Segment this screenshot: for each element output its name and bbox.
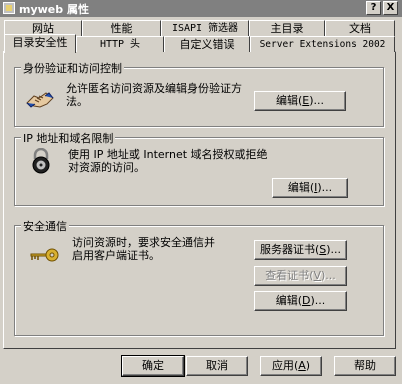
ip-group: IP 地址和域名限制 使用 IP 地址或 Internet 域名授权或拒绝对资源… <box>14 130 384 206</box>
secure-group: 安全通信 访问资源时，要求安全通信并启用客户端证书。 服务器证书(S)... 查… <box>14 218 384 336</box>
auth-description: 允许匿名访问资源及编辑身份验证方法。 <box>66 82 242 108</box>
help-title-button[interactable]: ? <box>366 1 381 15</box>
tab-home-directory[interactable]: 主目录 <box>249 20 325 36</box>
auth-group-title: 身份验证和访问控制 <box>21 60 124 76</box>
window-icon <box>3 2 15 14</box>
ip-description: 使用 IP 地址或 Internet 域名授权或拒绝对资源的访问。 <box>68 148 268 174</box>
tab-row-front: 目录安全性 HTTP 头 自定义错误 Server Extensions 200… <box>0 34 402 53</box>
auth-group: 身份验证和访问控制 允许匿名访问资源及编辑身份验证方法。 编辑(E)... <box>14 60 384 127</box>
tab-documents[interactable]: 文档 <box>325 20 395 36</box>
cancel-button[interactable]: 取消 <box>186 356 248 376</box>
view-cert-button[interactable]: 查看证书(V)... <box>254 266 347 286</box>
handshake-icon <box>25 85 55 114</box>
apply-button[interactable]: 应用(A) <box>260 356 322 376</box>
ok-button[interactable]: 确定 <box>121 355 185 377</box>
ip-group-title: IP 地址和域名限制 <box>21 130 116 146</box>
ip-edit-button[interactable]: 编辑(I)... <box>272 178 348 198</box>
tab-panel: 身份验证和访问控制 允许匿名访问资源及编辑身份验证方法。 编辑(E)... IP… <box>3 51 396 349</box>
tab-directory-security[interactable]: 目录安全性 <box>4 34 76 53</box>
tab-server-extensions[interactable]: Server Extensions 2002 <box>250 36 395 52</box>
close-button[interactable]: X <box>383 1 398 15</box>
lock-icon <box>30 147 52 177</box>
window-title: myweb 属性 <box>19 3 89 16</box>
tab-http-headers[interactable]: HTTP 头 <box>76 36 164 52</box>
secure-description: 访问资源时，要求安全通信并启用客户端证书。 <box>72 236 215 262</box>
title-bar: myweb 属性 ? X <box>0 0 402 17</box>
auth-edit-button[interactable]: 编辑(E)... <box>254 91 346 111</box>
secure-edit-button[interactable]: 编辑(D)... <box>254 291 347 311</box>
tab-custom-errors[interactable]: 自定义错误 <box>164 36 250 52</box>
help-button[interactable]: 帮助 <box>334 356 396 376</box>
tab-isapi-filters[interactable]: ISAPI 筛选器 <box>161 20 249 36</box>
server-cert-button[interactable]: 服务器证书(S)... <box>254 240 347 260</box>
key-icon <box>29 247 59 266</box>
tab-performance[interactable]: 性能 <box>82 20 161 36</box>
secure-group-title: 安全通信 <box>21 218 69 234</box>
